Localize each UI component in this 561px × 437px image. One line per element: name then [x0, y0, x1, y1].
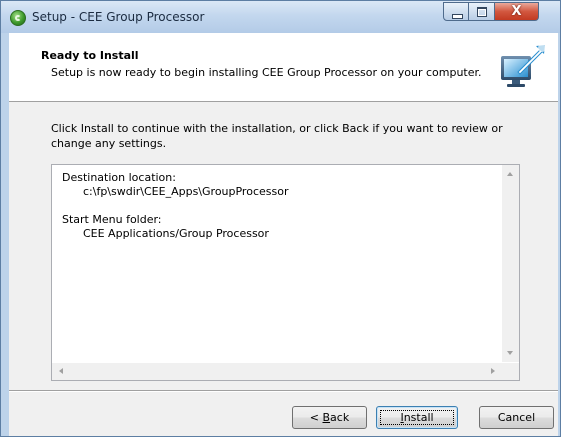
- setup-computer-icon: [501, 44, 546, 87]
- setup-app-icon[interactable]: [10, 10, 26, 26]
- back-button[interactable]: < Back: [292, 406, 367, 429]
- scroll-up-arrow-icon[interactable]: [507, 172, 513, 176]
- back-label-rest: ack: [330, 411, 350, 424]
- maximize-button[interactable]: [469, 2, 495, 21]
- caption-buttons: X: [443, 2, 558, 22]
- scroll-down-arrow-icon[interactable]: [507, 351, 513, 355]
- close-icon: X: [511, 4, 522, 19]
- ready-summary-memo[interactable]: Destination location: c:\fp\swdir\CEE_Ap…: [51, 164, 520, 381]
- horizontal-scrollbar[interactable]: [52, 363, 502, 380]
- minimize-icon: [452, 14, 463, 19]
- destination-value: c:\fp\swdir\CEE_Apps\GroupProcessor: [82, 185, 289, 198]
- wizard-header: Ready to Install Setup is now ready to b…: [9, 33, 558, 102]
- summary-text: Destination location: c:\fp\swdir\CEE_Ap…: [62, 171, 288, 241]
- instruction-text: Click Install to continue with the insta…: [51, 122, 503, 150]
- destination-label: Destination location:: [62, 171, 176, 184]
- start-menu-label: Start Menu folder:: [62, 213, 162, 226]
- title-bar[interactable]: Setup - CEE Group Processor X: [1, 1, 560, 33]
- start-menu-value: CEE Applications/Group Processor: [82, 227, 269, 240]
- back-accelerator: B: [322, 411, 331, 424]
- scroll-left-arrow-icon[interactable]: [59, 368, 63, 374]
- install-button[interactable]: Install: [376, 406, 458, 429]
- close-button[interactable]: X: [495, 2, 539, 21]
- page-subtitle: Setup is now ready to begin installing C…: [51, 66, 482, 79]
- setup-window: Setup - CEE Group Processor X Ready to I…: [0, 0, 561, 437]
- scrollbar-corner: [502, 363, 519, 380]
- scroll-right-arrow-icon[interactable]: [491, 368, 495, 374]
- back-label-prefix: <: [309, 411, 323, 424]
- vertical-scrollbar[interactable]: [502, 165, 519, 362]
- minimize-button[interactable]: [443, 2, 469, 21]
- window-title: Setup - CEE Group Processor: [32, 10, 205, 24]
- cancel-button[interactable]: Cancel: [479, 406, 554, 429]
- button-separator: [9, 390, 558, 392]
- focus-rectangle: [380, 410, 454, 425]
- dialog-client-area: Ready to Install Setup is now ready to b…: [9, 33, 558, 436]
- maximize-icon: [477, 7, 487, 17]
- page-title: Ready to Install: [41, 49, 139, 62]
